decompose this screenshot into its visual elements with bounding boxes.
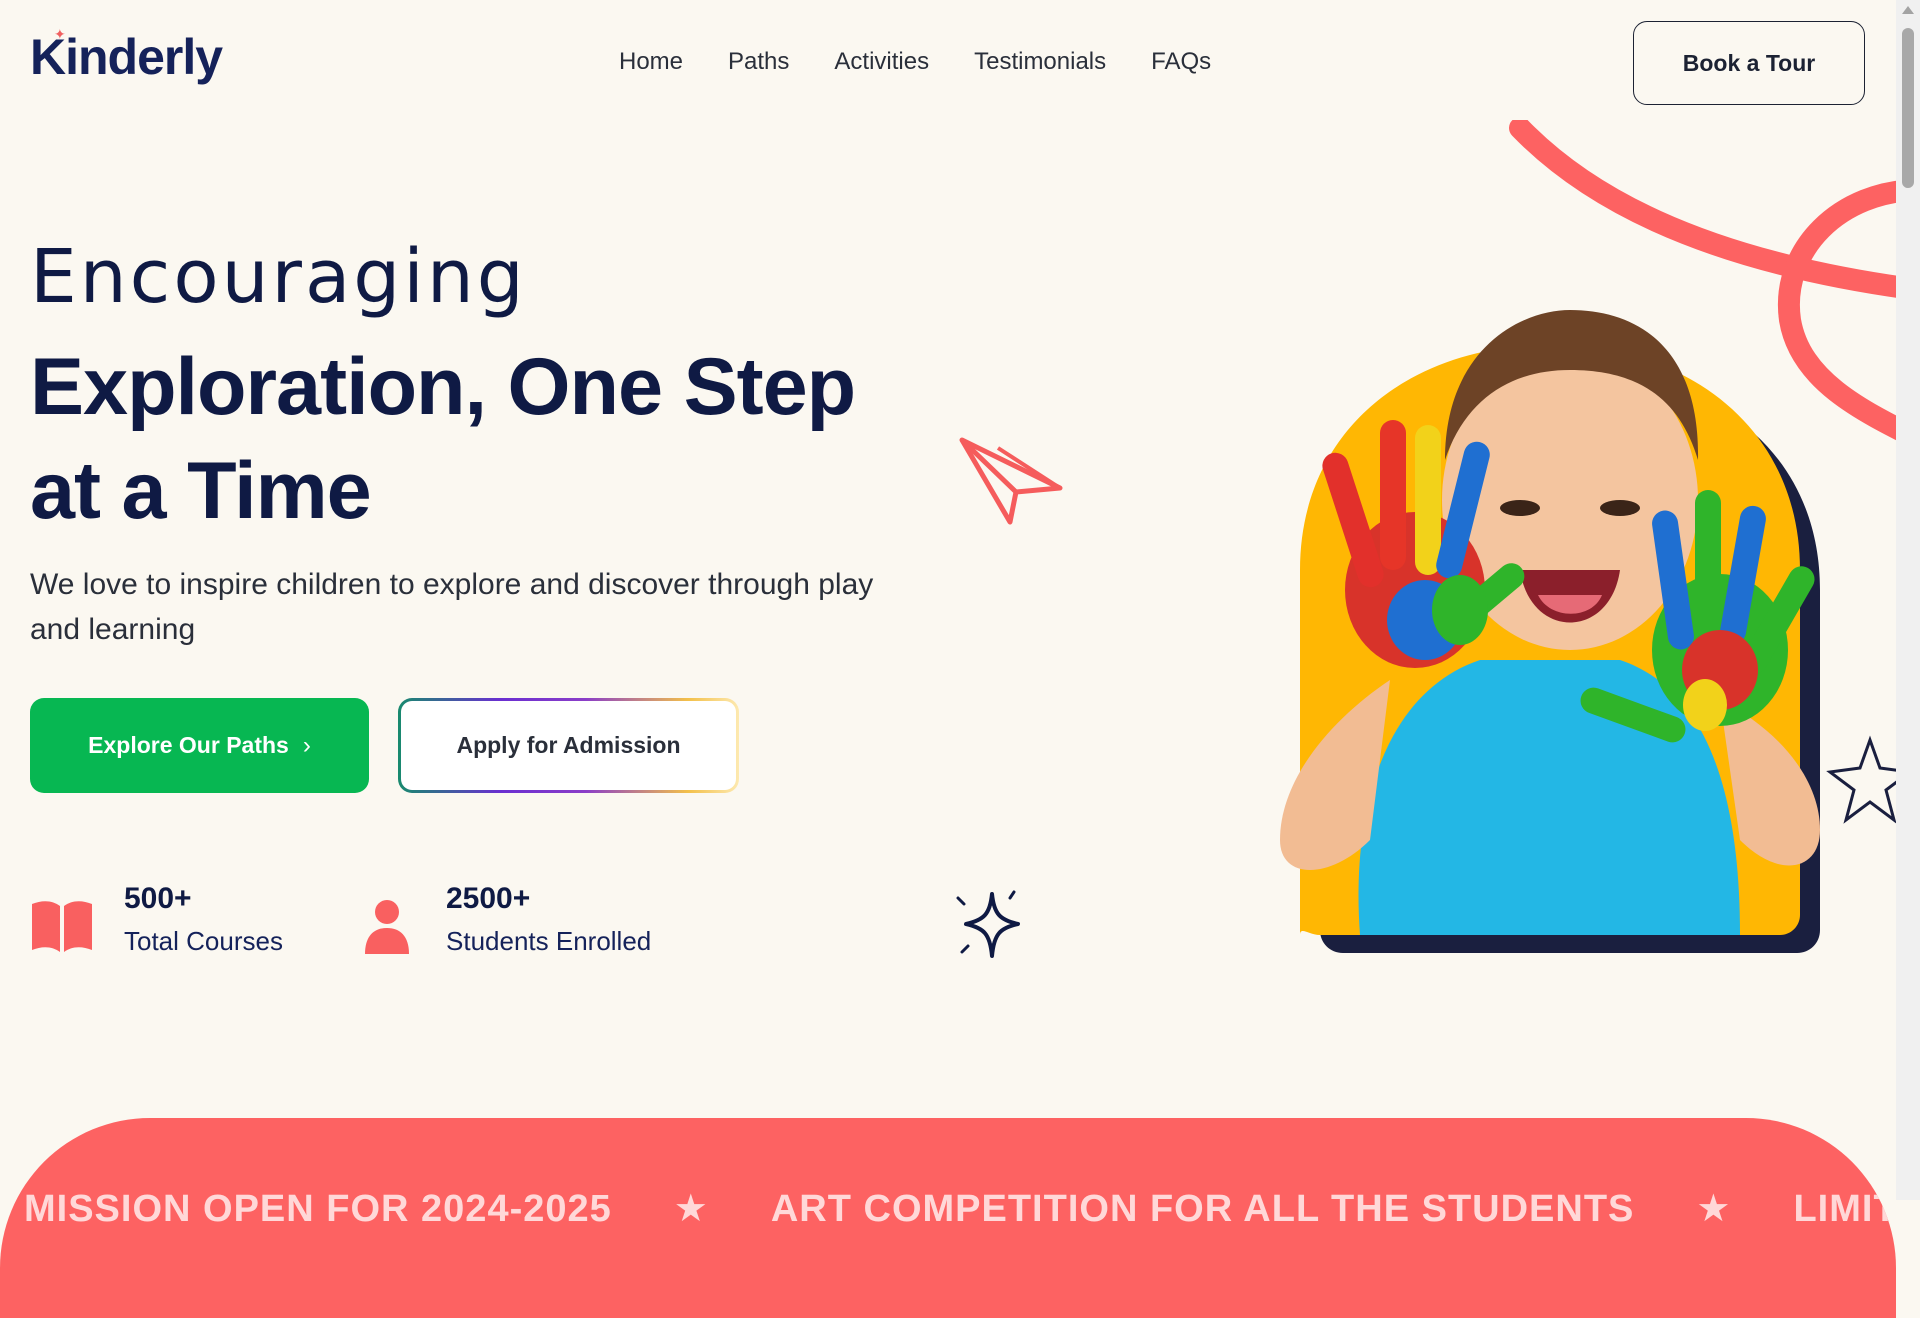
user-icon [365, 900, 409, 954]
hero-subtitle: We love to inspire children to explore a… [30, 568, 874, 646]
star-icon: ★ [1696, 1188, 1732, 1230]
ticker-item-2: ART COMPETITION FOR ALL THE STUDENTS [770, 1188, 1635, 1230]
sparkle-star-icon [956, 890, 1020, 958]
chevron-right-icon: › [302, 731, 311, 759]
ticker-item-1: MISSION OPEN FOR 2024-2025 [24, 1188, 612, 1230]
brand-logo[interactable]: ✦ Kinderly [30, 26, 223, 86]
stat-students: 2500+ Students Enrolled [364, 880, 651, 960]
apply-admission-button[interactable]: Apply for Admission [398, 698, 739, 793]
book-tour-button[interactable]: Book a Tour [1633, 21, 1865, 105]
explore-paths-button[interactable]: Explore Our Paths › [30, 698, 369, 793]
hero-title-line2: Exploration, One Step at a Time [30, 342, 856, 536]
stat-courses-value: 500+ [124, 882, 192, 915]
ticker-item-3: LIMITED [1793, 1188, 1896, 1230]
nav-testimonials[interactable]: Testimonials [974, 48, 1106, 76]
page-scrollbar[interactable] [1896, 0, 1920, 1200]
star-icon: ★ [673, 1188, 709, 1230]
paper-plane-icon [959, 437, 1063, 525]
stat-students-label: Students Enrolled [446, 926, 652, 956]
scrollbar-thumb[interactable] [1902, 28, 1914, 188]
hero-child-image [1280, 120, 1920, 953]
nav-activities[interactable]: Activities [834, 48, 929, 76]
apply-admission-label: Apply for Admission [401, 701, 736, 790]
announcement-ticker: MISSION OPEN FOR 2024-2025 ★ ART COMPETITI… [0, 1118, 1896, 1318]
ticker-text: MISSION OPEN FOR 2024-2025 ★ ART COMPETITI… [24, 1186, 1896, 1231]
nav-home[interactable]: Home [619, 48, 683, 76]
sparkle-icon: ✦ [54, 26, 66, 42]
scroll-up-arrow-icon[interactable] [1902, 6, 1914, 14]
stat-courses-label: Total Courses [124, 926, 283, 956]
stat-courses: 500+ Total Courses [30, 880, 283, 960]
hero-title-line1: Encouraging [30, 234, 527, 320]
nav-paths[interactable]: Paths [728, 48, 789, 76]
explore-paths-label: Explore Our Paths [88, 732, 289, 758]
stat-students-value: 2500+ [446, 882, 531, 915]
nav-faqs[interactable]: FAQs [1151, 48, 1211, 76]
book-icon [32, 901, 92, 952]
main-nav: Home Paths Activities Testimonials FAQs [619, 48, 1211, 76]
